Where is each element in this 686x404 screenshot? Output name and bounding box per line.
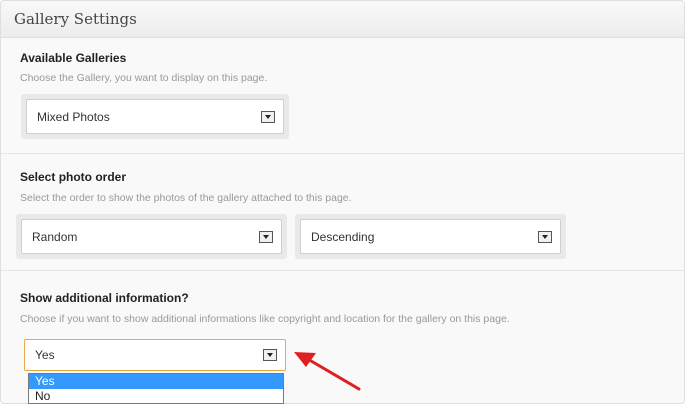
panel-header[interactable]: Gallery Settings (1, 1, 684, 38)
chevron-down-icon[interactable] (259, 230, 273, 243)
photo-order-section: Select photo order Select the order to s… (1, 154, 684, 271)
gallery-select-wrapper: Mixed Photos (21, 94, 289, 139)
direction-select-wrapper: Descending (295, 214, 566, 259)
available-galleries-section: Available Galleries Choose the Gallery, … (1, 38, 684, 154)
chevron-down-icon[interactable] (538, 230, 552, 243)
dropdown-option-no[interactable]: No (29, 389, 283, 404)
available-galleries-label: Available Galleries (20, 51, 127, 65)
photo-order-label: Select photo order (20, 170, 127, 184)
gallery-select-value: Mixed Photos (37, 109, 110, 124)
dropdown-option-yes[interactable]: Yes (29, 374, 283, 389)
gallery-settings-panel: Gallery Settings Available Galleries Cho… (0, 0, 685, 404)
chevron-down-icon[interactable] (263, 349, 277, 361)
additional-info-dropdown: Yes No (28, 373, 284, 404)
chevron-down-icon[interactable] (261, 110, 275, 123)
order-select-value: Random (32, 229, 78, 244)
additional-info-description: Choose if you want to show additional in… (20, 313, 510, 325)
gallery-select[interactable]: Mixed Photos (26, 99, 284, 134)
additional-info-select-value: Yes (35, 348, 55, 362)
order-select[interactable]: Random (21, 219, 282, 254)
order-select-wrapper: Random (16, 214, 287, 259)
additional-info-select[interactable]: Yes (24, 339, 286, 371)
available-galleries-description: Choose the Gallery, you want to display … (20, 72, 268, 84)
panel-title: Gallery Settings (14, 10, 137, 28)
direction-select-value: Descending (311, 229, 375, 244)
additional-info-label: Show additional information? (20, 291, 189, 305)
photo-order-description: Select the order to show the photos of t… (20, 192, 352, 204)
direction-select[interactable]: Descending (300, 219, 561, 254)
additional-info-select-wrapper: Yes (20, 335, 290, 375)
red-arrow-icon (294, 352, 361, 391)
